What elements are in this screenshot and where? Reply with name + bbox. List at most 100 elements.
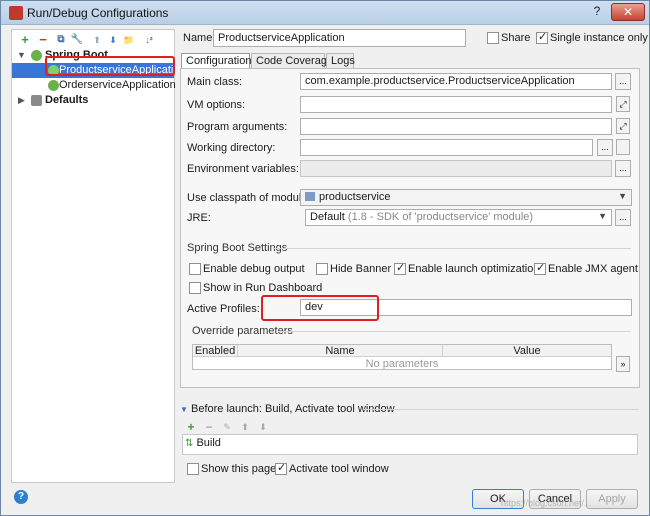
tree-node-label: Defaults <box>45 94 89 106</box>
move-task-down-icon[interactable]: ⬇ <box>256 420 270 434</box>
column-header-enabled[interactable]: Enabled <box>193 345 238 357</box>
copy-icon[interactable]: ⧉ <box>54 33 68 47</box>
jre-browse-button[interactable]: ... <box>615 209 631 226</box>
classpath-module-select[interactable]: productservice ▼ <box>300 189 632 206</box>
add-icon[interactable]: + <box>18 33 32 47</box>
show-page-checkbox[interactable] <box>187 463 199 475</box>
column-header-name[interactable]: Name <box>238 345 443 357</box>
tab-code-coverage[interactable]: Code Coverage <box>251 53 333 69</box>
active-profiles-label: Active Profiles: <box>187 303 260 315</box>
program-args-label: Program arguments: <box>187 121 288 133</box>
name-input[interactable]: ProductserviceApplication <box>213 29 466 47</box>
column-header-value[interactable]: Value <box>443 345 611 357</box>
app-icon <box>9 6 23 20</box>
activate-tool-label: Activate tool window <box>289 463 389 475</box>
vm-options-expand-icon[interactable]: ⤢ <box>616 96 630 112</box>
working-dir-browse-button[interactable]: ... <box>597 139 613 156</box>
share-checkbox[interactable] <box>487 32 499 44</box>
spring-boot-icon <box>31 50 42 61</box>
env-vars-label: Environment variables: <box>187 163 299 175</box>
move-task-up-icon[interactable]: ⬆ <box>238 420 252 434</box>
collapse-arrow-icon[interactable]: ▶ <box>18 93 25 108</box>
main-class-browse-button[interactable]: ... <box>615 73 631 90</box>
highlight-box-active-profiles <box>261 295 379 321</box>
spring-app-icon <box>48 80 59 91</box>
hide-banner-label: Hide Banner <box>330 263 392 275</box>
table-expand-icon[interactable]: » <box>616 356 630 372</box>
launch-task-label: Build <box>196 437 221 449</box>
tree-item-orderservice[interactable]: OrderserviceApplication <box>12 78 176 93</box>
program-args-expand-icon[interactable]: ⤢ <box>616 118 630 134</box>
jre-select[interactable]: Default (1.8 - SDK of 'productservice' m… <box>305 209 612 226</box>
classpath-value: productservice <box>319 191 391 203</box>
config-tree-panel: + − ⧉ 🔧 ⬆ ⬇ 📁 ↓² ▼ Spring Boot Productse… <box>11 29 186 483</box>
title-help-button[interactable]: ? <box>587 4 607 21</box>
main-class-label: Main class: <box>187 76 243 88</box>
window-title: Run/Debug Configurations <box>27 6 169 20</box>
move-down-icon[interactable]: ⬇ <box>106 33 120 47</box>
remove-icon[interactable]: − <box>36 33 50 47</box>
share-label: Share <box>501 32 531 44</box>
vm-options-label: VM options: <box>187 99 246 111</box>
working-dir-label: Working directory: <box>187 142 276 154</box>
hide-banner-checkbox[interactable] <box>316 263 328 275</box>
enable-debug-checkbox[interactable] <box>189 263 201 275</box>
wrench-icon[interactable]: 🔧 <box>70 33 84 47</box>
expand-triangle-icon[interactable]: ▼ <box>180 405 188 414</box>
move-up-icon[interactable]: ⬆ <box>90 33 104 47</box>
enable-debug-label: Enable debug output <box>203 263 305 275</box>
single-instance-checkbox[interactable] <box>536 30 548 44</box>
show-dashboard-label: Show in Run Dashboard <box>203 282 323 294</box>
module-icon <box>305 192 315 201</box>
working-dir-macro-icon[interactable] <box>616 139 630 155</box>
chevron-down-icon: ▼ <box>598 211 607 221</box>
section-divider <box>278 331 631 332</box>
apply-button[interactable]: Apply <box>586 489 638 509</box>
classpath-label: Use classpath of module: <box>187 192 311 204</box>
vm-options-input[interactable] <box>300 96 612 113</box>
expand-arrow-icon[interactable]: ▼ <box>17 48 26 63</box>
before-launch-list: ⇅ Build <box>182 434 638 455</box>
program-args-input[interactable] <box>300 118 612 135</box>
add-task-icon[interactable]: + <box>184 420 198 434</box>
run-debug-dialog: Run/Debug Configurations ? ✕ + − ⧉ 🔧 ⬆ ⬇… <box>0 0 650 516</box>
override-params-table[interactable]: Enabled Name Value No parameters <box>192 344 612 370</box>
enable-launch-opt-checkbox[interactable] <box>394 261 406 275</box>
tab-logs[interactable]: Logs <box>326 53 355 69</box>
tab-configuration[interactable]: Configuration <box>181 53 251 69</box>
env-vars-browse-button[interactable]: ... <box>615 160 631 177</box>
highlight-box-selected-config <box>45 56 175 76</box>
jre-detail: (1.8 - SDK of 'productservice' module) <box>347 211 534 223</box>
edit-task-icon[interactable]: ✎ <box>220 420 234 434</box>
folder-icon[interactable]: 📁 <box>122 33 136 47</box>
close-button[interactable]: ✕ <box>611 3 645 21</box>
enable-jmx-checkbox[interactable] <box>534 261 546 275</box>
configuration-panel <box>180 68 640 388</box>
jre-label: JRE: <box>187 212 211 224</box>
before-launch-toolbar: + − ✎ ⬆ ⬇ <box>184 419 284 434</box>
watermark: https://blog.csdn.net/... <box>501 498 592 508</box>
jre-value: Default <box>310 211 345 223</box>
empty-table-text: No parameters <box>365 358 439 370</box>
defaults-icon <box>31 95 42 106</box>
section-divider <box>273 248 631 249</box>
tree-node-defaults[interactable]: ▶ Defaults <box>12 93 174 108</box>
name-label: Name: <box>183 32 216 44</box>
launch-task-build[interactable]: ⇅ Build <box>185 437 221 449</box>
show-page-label: Show this page <box>201 463 277 475</box>
title-bar: Run/Debug Configurations ? ✕ <box>1 1 649 25</box>
chevron-down-icon: ▼ <box>618 191 627 201</box>
single-instance-label: Single instance only <box>550 32 648 44</box>
remove-task-icon[interactable]: − <box>202 420 216 434</box>
section-divider <box>363 409 639 410</box>
enable-launch-opt-label: Enable launch optimization <box>408 263 540 275</box>
working-dir-input[interactable] <box>300 139 593 156</box>
help-icon[interactable]: ? <box>14 490 28 504</box>
enable-jmx-label: Enable JMX agent <box>548 263 638 275</box>
activate-tool-checkbox[interactable] <box>275 461 287 475</box>
sort-icon[interactable]: ↓² <box>142 33 156 47</box>
env-vars-input[interactable] <box>300 160 612 177</box>
show-dashboard-checkbox[interactable] <box>189 282 201 294</box>
tree-item-label: OrderserviceApplication <box>59 79 176 91</box>
main-class-input[interactable]: com.example.productservice.Productservic… <box>300 73 612 90</box>
